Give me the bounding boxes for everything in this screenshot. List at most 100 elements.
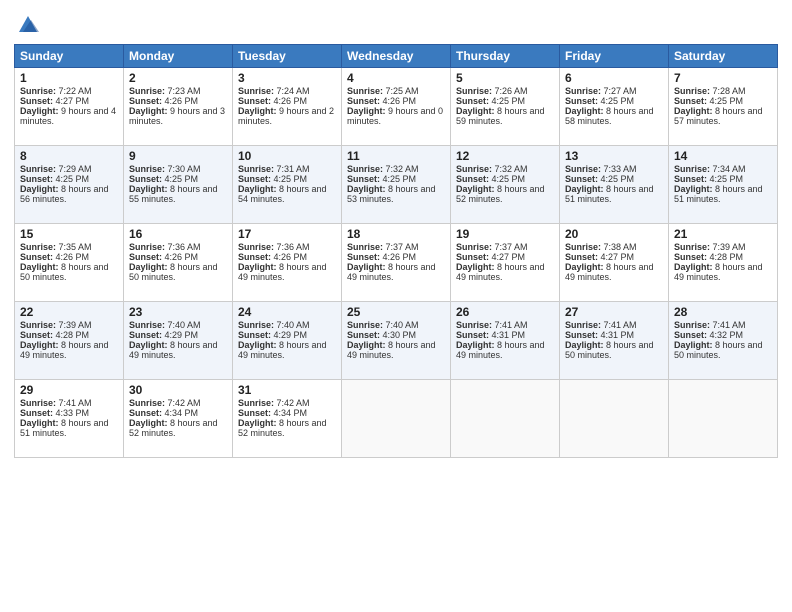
weekday-header-tuesday: Tuesday [233,45,342,68]
cell-data-line: Daylight: 8 hours and 56 minutes. [20,184,118,204]
cell-data-line: Daylight: 8 hours and 49 minutes. [456,340,554,360]
day-number: 22 [20,305,118,319]
day-number: 31 [238,383,336,397]
cell-data-line: Sunset: 4:29 PM [238,330,336,340]
cell-data-line: Daylight: 8 hours and 49 minutes. [347,262,445,282]
calendar-cell: 5Sunrise: 7:26 AMSunset: 4:25 PMDaylight… [451,68,560,146]
cell-data-line: Sunset: 4:27 PM [565,252,663,262]
calendar-table: SundayMondayTuesdayWednesdayThursdayFrid… [14,44,778,458]
day-number: 21 [674,227,772,241]
day-number: 18 [347,227,445,241]
cell-data-line: Sunrise: 7:38 AM [565,242,663,252]
weekday-header-sunday: Sunday [15,45,124,68]
calendar-cell: 27Sunrise: 7:41 AMSunset: 4:31 PMDayligh… [560,302,669,380]
cell-data-line: Sunrise: 7:34 AM [674,164,772,174]
cell-data-line: Sunset: 4:34 PM [129,408,227,418]
week-row-3: 15Sunrise: 7:35 AMSunset: 4:26 PMDayligh… [15,224,778,302]
day-number: 19 [456,227,554,241]
cell-data-line: Daylight: 8 hours and 49 minutes. [565,262,663,282]
cell-data-line: Daylight: 8 hours and 49 minutes. [20,340,118,360]
day-number: 25 [347,305,445,319]
calendar-cell: 10Sunrise: 7:31 AMSunset: 4:25 PMDayligh… [233,146,342,224]
calendar-cell: 19Sunrise: 7:37 AMSunset: 4:27 PMDayligh… [451,224,560,302]
day-number: 8 [20,149,118,163]
day-number: 5 [456,71,554,85]
cell-data-line: Sunset: 4:27 PM [456,252,554,262]
cell-data-line: Sunrise: 7:41 AM [456,320,554,330]
cell-data-line: Sunset: 4:25 PM [565,96,663,106]
cell-data-line: Sunset: 4:25 PM [20,174,118,184]
calendar-cell [451,380,560,458]
cell-data-line: Sunset: 4:26 PM [129,96,227,106]
calendar-cell: 2Sunrise: 7:23 AMSunset: 4:26 PMDaylight… [124,68,233,146]
calendar-cell: 26Sunrise: 7:41 AMSunset: 4:31 PMDayligh… [451,302,560,380]
day-number: 12 [456,149,554,163]
day-number: 4 [347,71,445,85]
weekday-header-saturday: Saturday [669,45,778,68]
day-number: 28 [674,305,772,319]
cell-data-line: Daylight: 8 hours and 49 minutes. [238,262,336,282]
cell-data-line: Daylight: 8 hours and 51 minutes. [565,184,663,204]
day-number: 26 [456,305,554,319]
page: SundayMondayTuesdayWednesdayThursdayFrid… [0,0,792,612]
day-number: 3 [238,71,336,85]
calendar-cell [342,380,451,458]
day-number: 29 [20,383,118,397]
cell-data-line: Daylight: 8 hours and 49 minutes. [347,340,445,360]
calendar-cell [560,380,669,458]
cell-data-line: Daylight: 8 hours and 59 minutes. [456,106,554,126]
cell-data-line: Sunrise: 7:42 AM [238,398,336,408]
day-number: 23 [129,305,227,319]
cell-data-line: Daylight: 8 hours and 49 minutes. [238,340,336,360]
weekday-header-row: SundayMondayTuesdayWednesdayThursdayFrid… [15,45,778,68]
calendar-cell: 21Sunrise: 7:39 AMSunset: 4:28 PMDayligh… [669,224,778,302]
cell-data-line: Sunset: 4:25 PM [238,174,336,184]
cell-data-line: Sunset: 4:26 PM [238,96,336,106]
day-number: 20 [565,227,663,241]
cell-data-line: Sunset: 4:25 PM [347,174,445,184]
cell-data-line: Sunset: 4:28 PM [20,330,118,340]
cell-data-line: Daylight: 8 hours and 51 minutes. [20,418,118,438]
cell-data-line: Sunset: 4:25 PM [674,174,772,184]
calendar-cell: 31Sunrise: 7:42 AMSunset: 4:34 PMDayligh… [233,380,342,458]
cell-data-line: Daylight: 8 hours and 57 minutes. [674,106,772,126]
day-number: 14 [674,149,772,163]
cell-data-line: Sunset: 4:26 PM [20,252,118,262]
week-row-5: 29Sunrise: 7:41 AMSunset: 4:33 PMDayligh… [15,380,778,458]
calendar-cell: 24Sunrise: 7:40 AMSunset: 4:29 PMDayligh… [233,302,342,380]
cell-data-line: Sunset: 4:31 PM [565,330,663,340]
day-number: 9 [129,149,227,163]
calendar-cell: 15Sunrise: 7:35 AMSunset: 4:26 PMDayligh… [15,224,124,302]
day-number: 15 [20,227,118,241]
cell-data-line: Daylight: 9 hours and 4 minutes. [20,106,118,126]
calendar-cell: 8Sunrise: 7:29 AMSunset: 4:25 PMDaylight… [15,146,124,224]
calendar-cell: 9Sunrise: 7:30 AMSunset: 4:25 PMDaylight… [124,146,233,224]
cell-data-line: Daylight: 8 hours and 51 minutes. [674,184,772,204]
cell-data-line: Daylight: 9 hours and 3 minutes. [129,106,227,126]
cell-data-line: Sunrise: 7:23 AM [129,86,227,96]
calendar-cell: 3Sunrise: 7:24 AMSunset: 4:26 PMDaylight… [233,68,342,146]
cell-data-line: Sunset: 4:25 PM [456,174,554,184]
cell-data-line: Daylight: 8 hours and 50 minutes. [565,340,663,360]
cell-data-line: Sunrise: 7:31 AM [238,164,336,174]
cell-data-line: Daylight: 8 hours and 49 minutes. [674,262,772,282]
calendar-cell: 12Sunrise: 7:32 AMSunset: 4:25 PMDayligh… [451,146,560,224]
calendar-cell: 4Sunrise: 7:25 AMSunset: 4:26 PMDaylight… [342,68,451,146]
logo-icon [17,14,39,36]
day-number: 10 [238,149,336,163]
cell-data-line: Sunrise: 7:41 AM [20,398,118,408]
day-number: 17 [238,227,336,241]
cell-data-line: Sunset: 4:30 PM [347,330,445,340]
calendar-cell: 6Sunrise: 7:27 AMSunset: 4:25 PMDaylight… [560,68,669,146]
cell-data-line: Sunset: 4:25 PM [565,174,663,184]
cell-data-line: Sunrise: 7:22 AM [20,86,118,96]
cell-data-line: Sunrise: 7:26 AM [456,86,554,96]
header [14,10,778,36]
calendar-cell: 7Sunrise: 7:28 AMSunset: 4:25 PMDaylight… [669,68,778,146]
calendar-cell: 30Sunrise: 7:42 AMSunset: 4:34 PMDayligh… [124,380,233,458]
cell-data-line: Sunrise: 7:33 AM [565,164,663,174]
day-number: 2 [129,71,227,85]
calendar-cell: 13Sunrise: 7:33 AMSunset: 4:25 PMDayligh… [560,146,669,224]
cell-data-line: Daylight: 9 hours and 2 minutes. [238,106,336,126]
cell-data-line: Sunrise: 7:37 AM [456,242,554,252]
